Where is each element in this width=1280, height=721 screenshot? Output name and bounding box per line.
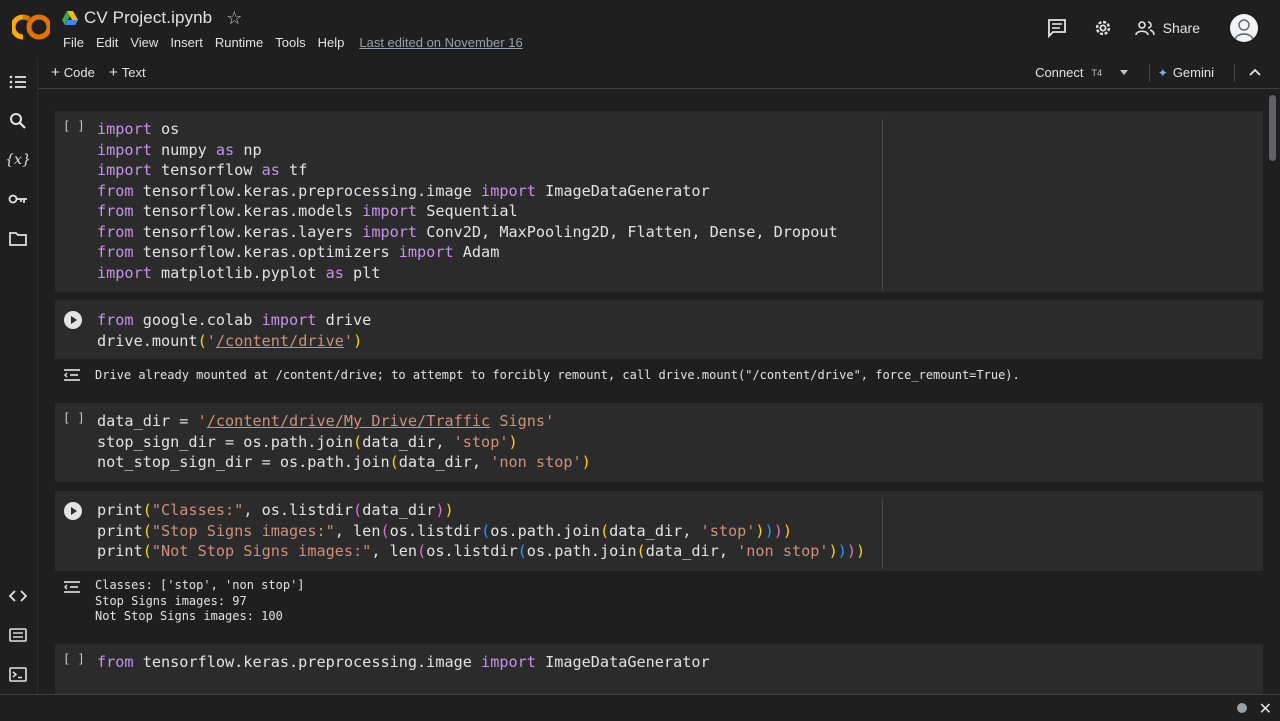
drive-icon xyxy=(62,11,78,25)
runtime-type-label: T4 xyxy=(1091,67,1102,78)
gemini-sparkle-icon: ✦ xyxy=(1157,65,1168,80)
plus-icon: + xyxy=(51,64,60,81)
run-cell-button[interactable] xyxy=(64,502,82,520)
menu-runtime[interactable]: Runtime xyxy=(215,35,263,50)
code-editor[interactable]: from google.colab import drive drive.mou… xyxy=(97,310,371,351)
output-line: Drive already mounted at /content/drive;… xyxy=(95,368,1020,382)
terminal-icon[interactable] xyxy=(8,664,28,684)
code-editor[interactable]: print("Classes:", os.listdir(data_dir)) … xyxy=(97,500,865,562)
menu-insert[interactable]: Insert xyxy=(170,35,203,50)
run-cell-button[interactable] xyxy=(64,311,82,329)
menu-tools[interactable]: Tools xyxy=(275,35,305,50)
chevron-down-icon[interactable] xyxy=(1120,70,1128,75)
execution-count: [ ] xyxy=(63,119,85,133)
share-button[interactable]: Share xyxy=(1134,20,1200,36)
output-line: Not Stop Signs images: 100 xyxy=(95,609,283,623)
cell-output: Drive already mounted at /content/drive;… xyxy=(55,363,1263,393)
menu-help[interactable]: Help xyxy=(318,35,345,50)
key-icon[interactable] xyxy=(8,189,28,209)
code-cell[interactable]: [ ] import os import numpy as np import … xyxy=(55,111,1263,292)
variables-icon[interactable]: {x} xyxy=(5,150,31,170)
notebook-toolbar: + Code + Text Connect T4 ✦ Gemini xyxy=(37,58,1280,89)
notebook-area: [ ] import os import numpy as np import … xyxy=(38,89,1266,694)
chevron-up-icon[interactable] xyxy=(1248,65,1262,79)
scrollbar-thumb[interactable] xyxy=(1269,95,1276,161)
app-header: CV Project.ipynb ☆ File Edit View Insert… xyxy=(0,0,1280,58)
execution-count: [ ] xyxy=(63,652,85,666)
toolbar-divider xyxy=(1149,64,1150,82)
add-code-label: Code xyxy=(63,65,95,80)
code-cell[interactable]: from google.colab import drive drive.mou… xyxy=(55,300,1263,359)
menu-file[interactable]: File xyxy=(63,35,84,50)
avatar[interactable] xyxy=(1230,14,1258,42)
search-icon[interactable] xyxy=(8,111,28,131)
code-editor[interactable]: from tensorflow.keras.preprocessing.imag… xyxy=(97,652,710,673)
add-text-label: Text xyxy=(121,65,146,80)
menu-edit[interactable]: Edit xyxy=(96,35,118,50)
toolbar-divider xyxy=(1234,64,1235,82)
gemini-button[interactable]: ✦ Gemini xyxy=(1158,65,1214,80)
last-edited-link[interactable]: Last edited on November 16 xyxy=(359,35,522,50)
output-menu-icon[interactable] xyxy=(63,580,81,594)
code-snippets-icon[interactable] xyxy=(8,586,28,606)
star-icon[interactable]: ☆ xyxy=(226,9,242,27)
vertical-scrollbar[interactable] xyxy=(1266,89,1280,694)
code-editor[interactable]: data_dir = '/content/drive/My Drive/Traf… xyxy=(97,411,591,473)
execution-count: [ ] xyxy=(63,411,85,425)
plus-icon: + xyxy=(109,64,118,81)
code-cell[interactable]: print("Classes:", os.listdir(data_dir)) … xyxy=(55,491,1263,571)
connect-button[interactable]: Connect T4 xyxy=(1035,65,1128,80)
gemini-label: Gemini xyxy=(1172,65,1214,80)
add-code-button[interactable]: + Code xyxy=(51,65,95,80)
cell-output: Classes: ['stop', 'non stop'] Stop Signs… xyxy=(55,575,1263,633)
code-cell[interactable]: [ ] from tensorflow.keras.preprocessing.… xyxy=(55,644,1263,694)
status-indicator-icon[interactable] xyxy=(1237,703,1247,713)
output-line: Classes: ['stop', 'non stop'] xyxy=(95,578,305,592)
menu-bar: File Edit View Insert Runtime Tools Help… xyxy=(63,35,523,50)
menu-view[interactable]: View xyxy=(130,35,158,50)
connect-label: Connect xyxy=(1035,65,1084,80)
left-sidebar: {x} xyxy=(0,58,38,694)
status-bar: ✕ xyxy=(0,694,1280,721)
table-of-contents-icon[interactable] xyxy=(8,72,28,92)
people-icon xyxy=(1134,21,1155,36)
close-icon[interactable]: ✕ xyxy=(1259,699,1272,719)
output-line: Stop Signs images: 97 xyxy=(95,593,247,608)
notebook-title[interactable]: CV Project.ipynb xyxy=(84,8,212,28)
comments-icon[interactable] xyxy=(1043,14,1071,42)
settings-icon[interactable] xyxy=(1089,14,1117,42)
add-text-button[interactable]: + Text xyxy=(109,65,146,80)
code-cell[interactable]: [ ] data_dir = '/content/drive/My Drive/… xyxy=(55,403,1263,482)
share-label: Share xyxy=(1162,20,1200,36)
column-ruler xyxy=(882,499,883,569)
code-editor[interactable]: import os import numpy as np import tens… xyxy=(97,119,838,283)
folder-icon[interactable] xyxy=(8,228,28,248)
output-menu-icon[interactable] xyxy=(63,368,81,382)
command-palette-icon[interactable] xyxy=(8,625,28,645)
column-ruler xyxy=(882,119,883,291)
colab-logo[interactable] xyxy=(12,13,50,41)
